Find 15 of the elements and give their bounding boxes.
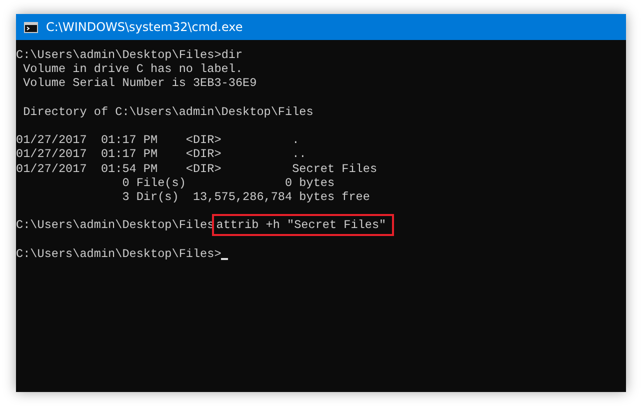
- output-line: 01/27/2017 01:17 PM <DIR> .: [16, 133, 300, 148]
- output-line: 01/27/2017 01:17 PM <DIR> ..: [16, 147, 306, 162]
- command: dir: [221, 48, 243, 62]
- output-line: 0 File(s) 0 bytes: [121, 176, 335, 190]
- highlighted-command: attrib +h "Secret Files": [214, 216, 392, 234]
- output-line: Volume in drive C has no label.: [22, 62, 243, 76]
- output-line: Directory of C:\Users\admin\Desktop\Files: [22, 104, 314, 119]
- prompt: C:\Users\admin\Desktop\Files>: [16, 48, 222, 62]
- output-line: 01/27/2017 01:54 PM <DIR> Secret Files: [16, 162, 378, 176]
- window-title: C:\WINDOWS\system32\cmd.exe: [46, 20, 243, 34]
- console-icon: [24, 22, 38, 32]
- prompt: C:\Users\admin\Desktop\Files>: [16, 246, 222, 261]
- output-line: Volume Serial Number is 3EB3-36E9: [22, 76, 257, 91]
- output-line: 3 Dir(s) 13,575,286,784 bytes free: [121, 190, 370, 204]
- prompt: C:\Users\admin\Desktop\Files: [16, 218, 214, 232]
